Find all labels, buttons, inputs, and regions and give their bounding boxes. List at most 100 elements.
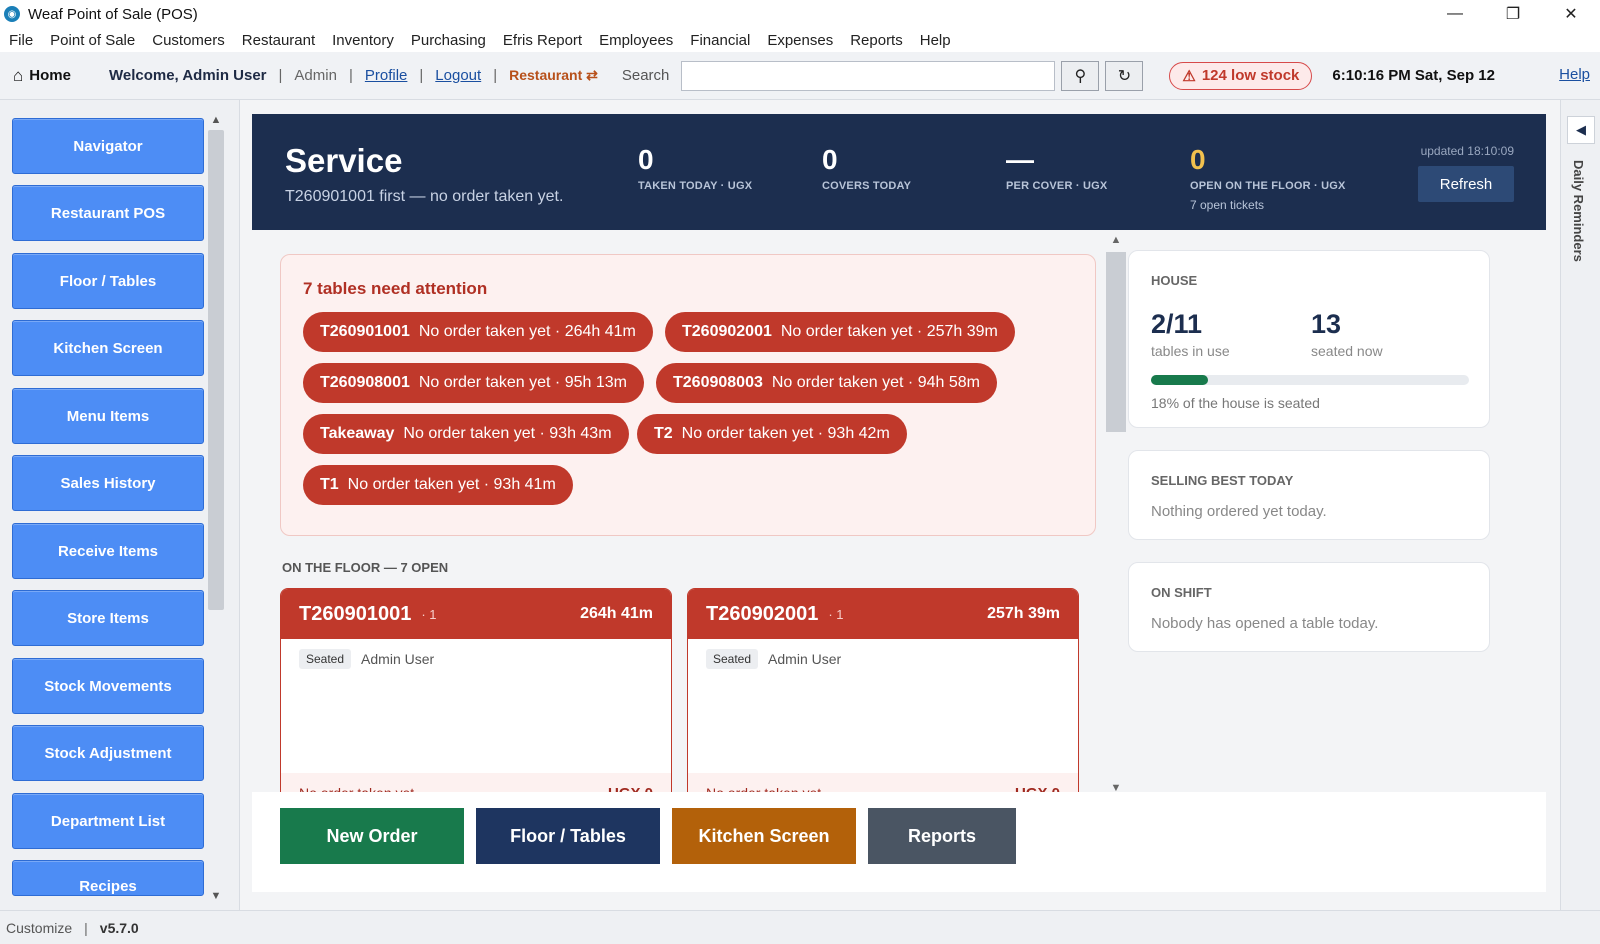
table-covers: · 1 [828, 606, 844, 622]
status-badge: Seated [706, 649, 759, 669]
restaurant-switch[interactable]: Restaurant ⇄ [509, 67, 598, 84]
chip-table: T260908003 [673, 374, 763, 391]
sidebar-scrollbar[interactable]: ▲ ▼ [206, 114, 226, 904]
menu-inventory[interactable]: Inventory [332, 32, 394, 49]
attention-chip[interactable]: T260902001 No order taken yet · 257h 39m [665, 312, 1015, 352]
help-link[interactable]: Help [1559, 66, 1590, 83]
low-stock-badge[interactable]: ⚠ 124 low stock [1169, 61, 1313, 90]
sidebar-item-menu-items[interactable]: Menu Items [12, 388, 204, 444]
welcome-text: Welcome, Admin User [108, 67, 267, 84]
sidebar-item-navigator[interactable]: Navigator [12, 118, 204, 174]
scroll-down-icon[interactable]: ▼ [208, 890, 224, 904]
menu-employees[interactable]: Employees [599, 32, 673, 49]
sidebar-item-recipes[interactable]: Recipes [12, 860, 204, 896]
low-stock-text: 124 low stock [1201, 67, 1300, 84]
restore-icon[interactable]: ❐ [1484, 0, 1542, 28]
sidebar-item-department-list[interactable]: Department List [12, 793, 204, 849]
new-order-button[interactable]: New Order [280, 808, 464, 864]
scroll-up-icon[interactable]: ▲ [208, 114, 224, 128]
reports-button[interactable]: Reports [868, 808, 1016, 864]
minimize-icon[interactable]: — [1426, 0, 1484, 28]
menu-purchasing[interactable]: Purchasing [411, 32, 486, 49]
search-input[interactable] [681, 60, 1056, 91]
table-covers: · 1 [421, 606, 437, 622]
chip-text: No order taken yet · 94h 58m [771, 374, 980, 391]
table-card[interactable]: T260902001 · 1 257h 39m Seated Admin Use… [687, 588, 1079, 810]
clock: 6:10:16 PM Sat, Sep 12 [1332, 67, 1495, 84]
window-title: Weaf Point of Sale (POS) [28, 5, 198, 23]
status-badge: Seated [299, 649, 352, 669]
service-title: Service [285, 142, 403, 179]
floor-tables-button[interactable]: Floor / Tables [476, 808, 660, 864]
table-card-meta: Seated Admin User [688, 639, 1078, 679]
attention-title: 7 tables need attention [303, 279, 488, 298]
search-label: Search [621, 67, 670, 84]
attention-chip[interactable]: T260901001 No order taken yet · 264h 41m [303, 312, 653, 352]
menu-file[interactable]: File [9, 32, 33, 49]
menu-help[interactable]: Help [920, 32, 951, 49]
attention-chip[interactable]: T260908003 No order taken yet · 94h 58m [656, 363, 997, 403]
chip-text: No order taken yet · 95h 13m [418, 374, 627, 391]
stat-label: OPEN ON THE FLOOR · UGX [1190, 180, 1346, 192]
table-card[interactable]: T260901001 · 1 264h 41m Seated Admin Use… [280, 588, 672, 810]
customize-link[interactable]: Customize [6, 920, 72, 936]
sidebar-item-sales-history[interactable]: Sales History [12, 455, 204, 511]
menu-expenses[interactable]: Expenses [767, 32, 833, 49]
content-scrollbar[interactable]: ▲ ▼ [1105, 234, 1127, 794]
service-banner: Service T260901001 first — no order take… [252, 114, 1546, 230]
attention-chip[interactable]: T260908001 No order taken yet · 95h 13m [303, 363, 644, 403]
sidebar-item-restaurant-pos[interactable]: Restaurant POS [12, 185, 204, 241]
reload-icon: ↻ [1117, 67, 1132, 85]
table-card-header: T260902001 · 1 257h 39m [688, 589, 1078, 639]
profile-link[interactable]: Profile [365, 67, 408, 84]
chip-text: No order taken yet · 93h 42m [681, 425, 890, 442]
chip-table: T1 [320, 476, 339, 493]
stat-covers-today: 0 COVERS TODAY [822, 144, 911, 192]
home-icon: ⌂ [13, 65, 24, 85]
stat-per-cover: — PER COVER · UGX [1006, 144, 1107, 192]
floor-section-label: ON THE FLOOR — 7 OPEN [282, 560, 449, 575]
separator: | [419, 67, 424, 84]
attention-chip[interactable]: Takeaway No order taken yet · 93h 43m [303, 414, 629, 454]
separator: | [278, 67, 283, 84]
search-button[interactable]: ⚲ [1061, 60, 1100, 91]
attention-chip[interactable]: T1 No order taken yet · 93h 41m [303, 465, 573, 505]
sidebar-item-store-items[interactable]: Store Items [12, 590, 204, 646]
table-user: Admin User [768, 651, 842, 667]
content-scroll-thumb[interactable] [1106, 252, 1126, 432]
tables-in-use-value: 2/11 [1151, 309, 1203, 339]
on-shift-title: ON SHIFT [1151, 585, 1212, 600]
menu-efris-report[interactable]: Efris Report [503, 32, 582, 49]
stat-label: COVERS TODAY [822, 180, 912, 192]
sidebar-item-kitchen-screen[interactable]: Kitchen Screen [12, 320, 204, 376]
chip-table: T260901001 [320, 323, 410, 340]
seated-progress-bar [1151, 375, 1469, 385]
logout-link[interactable]: Logout [435, 67, 481, 84]
table-card-meta: Seated Admin User [281, 639, 671, 679]
separator: | [84, 919, 88, 936]
sidebar-item-floor-tables[interactable]: Floor / Tables [12, 253, 204, 309]
sidebar-item-receive-items[interactable]: Receive Items [12, 523, 204, 579]
menu-reports[interactable]: Reports [850, 32, 903, 49]
seated-now-label: seated now [1311, 343, 1383, 359]
sidebar-item-stock-movements[interactable]: Stock Movements [12, 658, 204, 714]
refresh-button[interactable]: Refresh [1418, 166, 1514, 202]
on-shift-panel: ON SHIFT Nobody has opened a table today… [1128, 562, 1490, 652]
menu-restaurant[interactable]: Restaurant [242, 32, 315, 49]
menu-financial[interactable]: Financial [690, 32, 750, 49]
menu-customers[interactable]: Customers [152, 32, 225, 49]
menu-point-of-sale[interactable]: Point of Sale [50, 32, 135, 49]
kitchen-screen-button[interactable]: Kitchen Screen [672, 808, 856, 864]
refresh-toolbar-button[interactable]: ↻ [1105, 60, 1144, 91]
scroll-up-icon[interactable]: ▲ [1105, 234, 1127, 246]
sidebar-scroll-thumb[interactable] [208, 130, 224, 610]
sidebar: Navigator Restaurant POS Floor / Tables … [0, 100, 240, 910]
attention-chip[interactable]: T2 No order taken yet · 93h 42m [637, 414, 907, 454]
home-link[interactable]: ⌂ Home [13, 66, 71, 86]
best-sellers-panel: SELLING BEST TODAY Nothing ordered yet t… [1128, 450, 1490, 540]
collapse-left-icon[interactable]: ◀ [1567, 116, 1595, 144]
sidebar-item-stock-adjustment[interactable]: Stock Adjustment [12, 725, 204, 781]
close-icon[interactable]: ✕ [1542, 0, 1600, 28]
tables-in-use-label: tables in use [1151, 343, 1230, 359]
daily-reminders-label[interactable]: Daily Reminders [1571, 160, 1586, 262]
